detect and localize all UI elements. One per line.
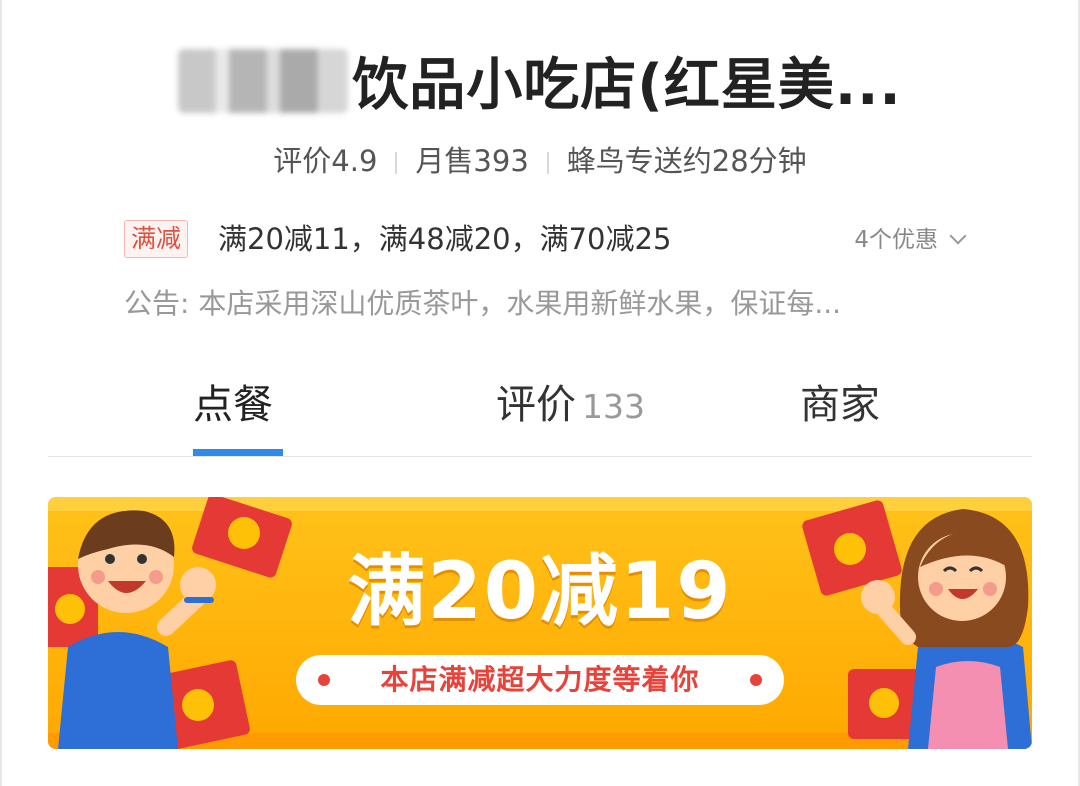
tab-merchant-label: 商家	[800, 382, 880, 428]
tab-reviews[interactable]: 评价 133	[496, 372, 645, 430]
rating-text: 评价4.9	[273, 144, 378, 178]
tab-bar: 点餐 评价 133 商家	[48, 360, 1032, 457]
tab-merchant[interactable]: 商家	[800, 372, 880, 430]
store-title: 饮品小吃店(红星美...	[352, 53, 902, 118]
review-count: 133	[582, 387, 645, 426]
more-offers-label: 4个优惠	[854, 227, 938, 253]
more-offers-button[interactable]: 4个优惠	[854, 222, 967, 258]
active-tab-indicator	[193, 449, 283, 456]
blurred-store-name	[178, 48, 349, 113]
red-envelope-icon	[848, 669, 920, 739]
discount-badge: 满减	[124, 220, 189, 258]
tab-reviews-label: 评价	[496, 382, 576, 428]
tab-order[interactable]: 点餐	[193, 372, 273, 430]
chevron-down-icon	[949, 227, 967, 245]
banner-subline-pill: 本店满减超大力度等着你	[296, 655, 784, 705]
store-title-row: 饮品小吃店(红星美...	[0, 40, 1080, 121]
promo-text: 满20减11，满48减20，满70减25	[218, 222, 672, 256]
store-notice[interactable]: 公告: 本店采用深山优质茶叶，水果用新鲜水果，保证每...	[124, 284, 841, 324]
divider	[546, 152, 549, 174]
banner-headline: 满20减19	[347, 547, 733, 637]
dot-icon	[750, 674, 762, 686]
store-meta: 评价4.9 月售393 蜂鸟专送约28分钟	[0, 138, 1080, 180]
monthly-sales-text: 月售393	[415, 144, 529, 178]
delivery-text: 蜂鸟专送约28分钟	[566, 144, 807, 178]
divider	[395, 152, 398, 174]
tab-order-label: 点餐	[193, 382, 273, 428]
banner-subline: 本店满减超大力度等着你	[380, 663, 700, 696]
promo-row[interactable]: 满减 满20减11，满48减20，满70减25 4个优惠	[124, 218, 967, 262]
promo-banner[interactable]: 满20减19 本店满减超大力度等着你	[48, 497, 1032, 749]
